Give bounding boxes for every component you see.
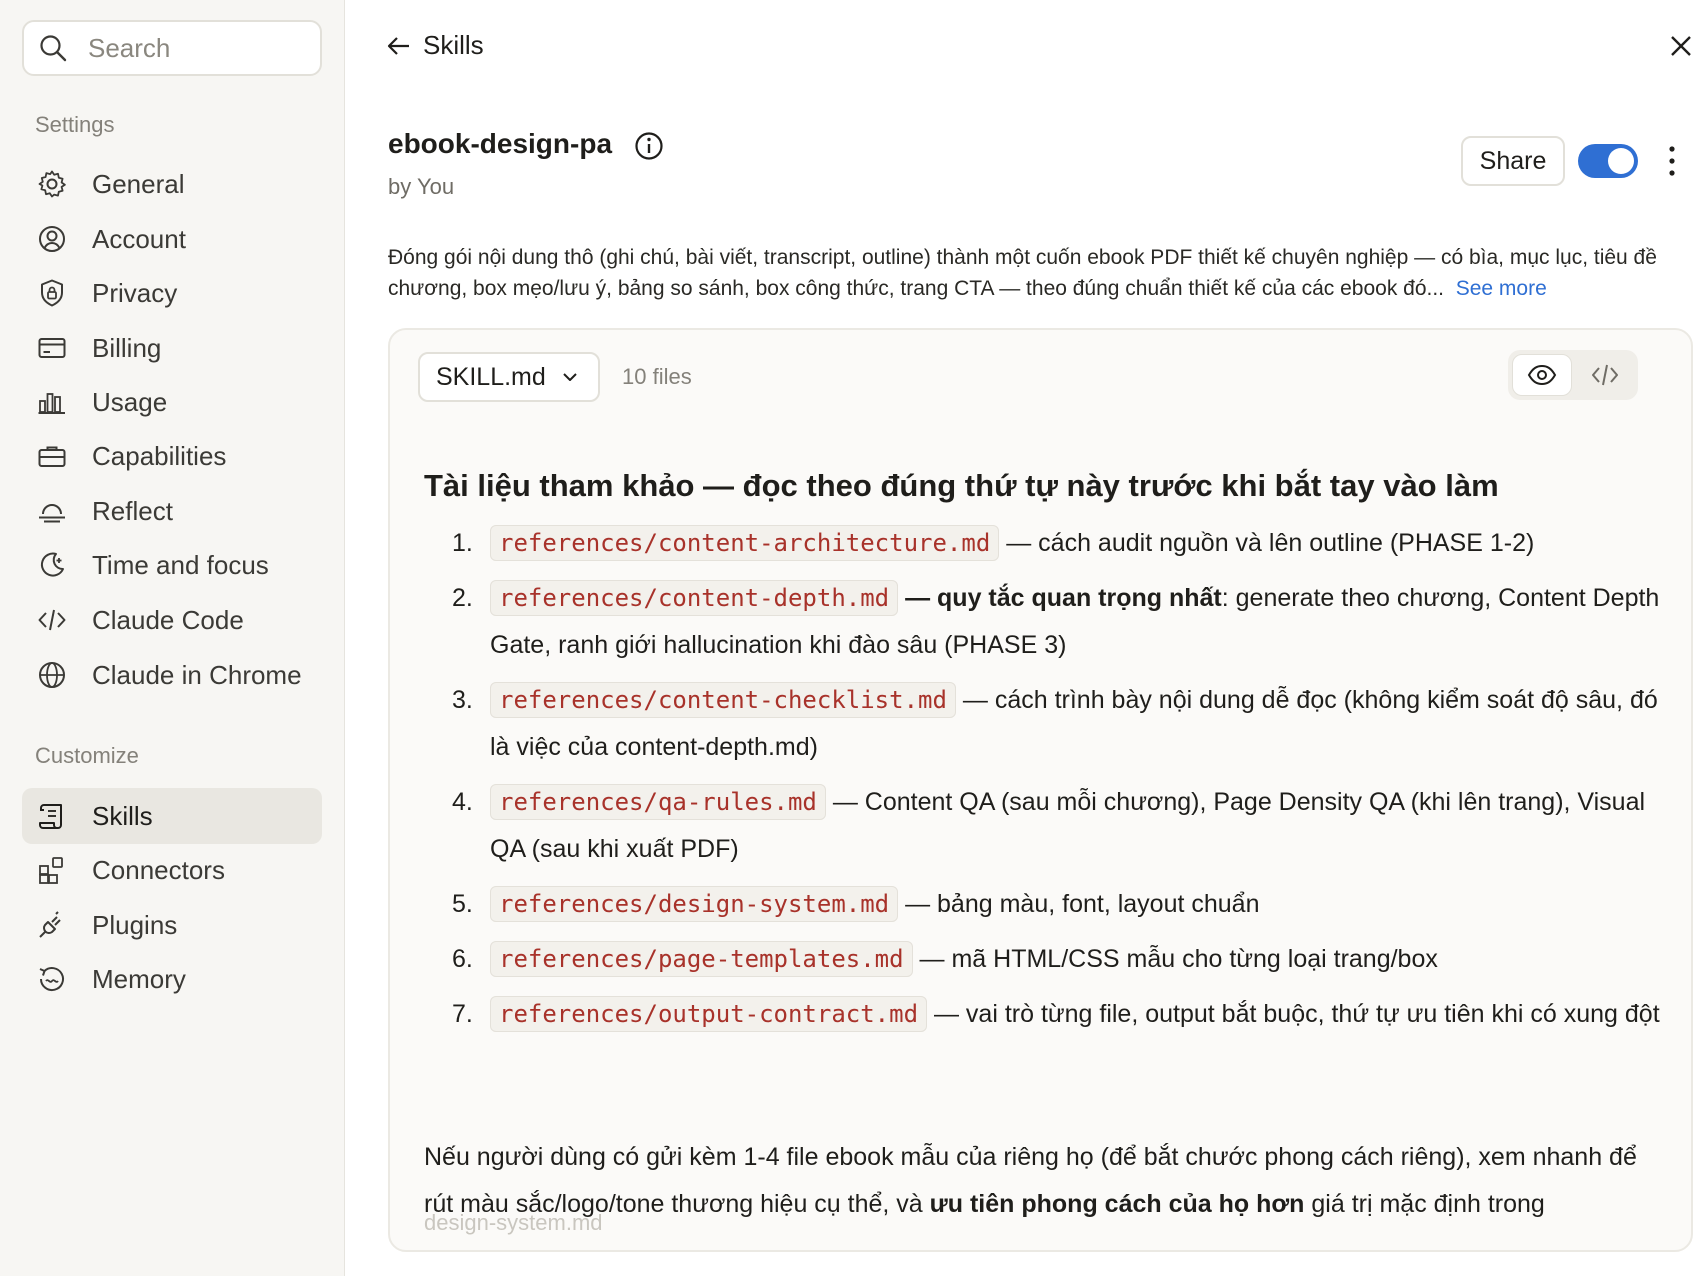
sidebar: Settings General Account Privacy — [0, 0, 345, 1276]
sidebar-item-label: Plugins — [92, 909, 178, 940]
sidebar-item-claude-in-chrome[interactable]: Claude in Chrome — [22, 647, 322, 703]
sidebar-item-label: Skills — [92, 800, 153, 831]
see-more-link[interactable]: See more — [1456, 277, 1547, 300]
skill-description: Đóng gói nội dung thô (ghi chú, bài viết… — [388, 242, 1693, 304]
file-count: 10 files — [622, 364, 692, 389]
search-icon — [40, 35, 67, 62]
history-icon — [39, 967, 64, 992]
share-button[interactable]: Share — [1461, 136, 1565, 186]
shield-lock-icon — [41, 279, 63, 307]
sidebar-item-general[interactable]: General — [22, 156, 322, 212]
sidebar-item-label: Account — [92, 223, 186, 254]
sidebar-item-label: Billing — [92, 332, 162, 363]
bar-chart-icon — [38, 393, 65, 414]
code-mode-button[interactable] — [1576, 354, 1634, 396]
toggle-knob — [1608, 148, 1634, 174]
sidebar-item-label: General — [92, 168, 185, 199]
grid-plus-icon — [39, 857, 63, 884]
gear-icon — [38, 170, 66, 198]
sidebar-item-memory[interactable]: Memory — [22, 951, 322, 1007]
file-preview-panel: SKILL.md 10 files Tài liệu tham khảo — đ… — [388, 328, 1693, 1252]
back-button[interactable]: Skills — [385, 30, 484, 61]
file-path: references/qa-rules.md — [490, 784, 826, 820]
sidebar-item-label: Reflect — [92, 495, 173, 526]
sidebar-item-label: Time and focus — [92, 549, 269, 580]
skill-enabled-toggle[interactable] — [1578, 144, 1638, 178]
eye-icon — [1527, 364, 1557, 386]
chevron-down-icon — [563, 373, 577, 381]
sidebar-item-label: Claude Code — [92, 604, 244, 635]
list-item: 6. references/page-templates.md — mã HTML… — [424, 936, 1664, 983]
truncated-text: design-system.md — [424, 1210, 603, 1235]
toolbox-icon — [38, 446, 66, 467]
sidebar-item-privacy[interactable]: Privacy — [22, 265, 322, 321]
document-heading: Tài liệu tham khảo — đọc theo đúng thứ t… — [424, 468, 1499, 503]
sidebar-item-label: Claude in Chrome — [92, 659, 302, 690]
emphasis-text: — quy tắc quan trọng nhất — [898, 584, 1222, 612]
sidebar-item-account[interactable]: Account — [22, 211, 322, 267]
file-path: references/content-depth.md — [490, 580, 899, 616]
skill-author: by You — [388, 174, 455, 199]
search-box[interactable] — [22, 20, 322, 76]
reference-list: 1. references/content-architecture.md — c… — [424, 520, 1664, 1046]
sidebar-item-label: Privacy — [92, 277, 178, 308]
closing-paragraph: Nếu người dùng có gửi kèm 1-4 file ebook… — [424, 1143, 1637, 1218]
sidebar-item-billing[interactable]: Billing — [22, 320, 322, 376]
info-icon[interactable] — [633, 130, 665, 162]
plug-icon — [39, 911, 61, 938]
moon-icon — [40, 552, 64, 577]
list-item: 2. references/content-depth.md — quy tắc … — [424, 575, 1664, 669]
list-item: 3. references/content-checklist.md — cách… — [424, 677, 1664, 771]
sidebar-item-time-and-focus[interactable]: Time and focus — [22, 537, 322, 593]
sidebar-item-claude-code[interactable]: Claude Code — [22, 592, 322, 648]
skill-title: ebook-design-pa — [388, 128, 613, 159]
back-button-label: Skills — [423, 30, 484, 60]
list-item: 7. references/output-contract.md — vai tr… — [424, 991, 1664, 1038]
list-item: 4. references/qa-rules.md — Content QA (s… — [424, 779, 1664, 873]
sidebar-item-label: Capabilities — [92, 440, 227, 471]
globe-icon — [39, 662, 65, 688]
arrow-left-icon — [387, 36, 409, 55]
sidebar-item-label: Memory — [92, 963, 186, 994]
main-content: Skills ebook-design-pa by You Share Đóng… — [345, 0, 1708, 1276]
file-path: references/output-contract.md — [490, 996, 928, 1032]
file-path: references/content-checklist.md — [490, 682, 956, 718]
customize-section-label: Customize — [35, 743, 139, 768]
credit-card-icon — [38, 338, 66, 358]
sidebar-item-plugins[interactable]: Plugins — [22, 897, 322, 953]
user-circle-icon — [39, 226, 65, 252]
view-mode-toggle — [1508, 350, 1638, 400]
sidebar-item-label: Connectors — [92, 854, 225, 885]
sidebar-item-connectors[interactable]: Connectors — [22, 842, 322, 898]
file-path: references/content-architecture.md — [490, 525, 1000, 561]
preview-mode-button[interactable] — [1512, 354, 1572, 396]
sidebar-item-reflect[interactable]: Reflect — [22, 483, 322, 539]
file-path: references/design-system.md — [490, 886, 899, 922]
settings-section-label: Settings — [35, 112, 115, 137]
code-icon — [1592, 364, 1618, 386]
sidebar-item-usage[interactable]: Usage — [22, 374, 322, 430]
sunrise-icon — [39, 504, 65, 523]
scroll-icon — [39, 804, 62, 829]
sidebar-item-skills[interactable]: Skills — [22, 788, 322, 844]
sidebar-item-label: Usage — [92, 386, 168, 417]
list-item: 5. references/design-system.md — bảng màu… — [424, 881, 1664, 928]
emphasis-text: ưu tiên phong cách của họ hơn — [929, 1190, 1305, 1218]
more-vertical-icon[interactable] — [1664, 144, 1680, 178]
file-select-dropdown[interactable]: SKILL.md — [418, 352, 600, 402]
selected-file-label: SKILL.md — [436, 362, 546, 391]
file-path: references/page-templates.md — [490, 941, 913, 977]
code-icon — [38, 609, 66, 631]
close-icon[interactable] — [1665, 30, 1697, 62]
list-item: 1. references/content-architecture.md — c… — [424, 520, 1664, 567]
sidebar-item-capabilities[interactable]: Capabilities — [22, 428, 322, 484]
search-input[interactable] — [86, 31, 290, 65]
